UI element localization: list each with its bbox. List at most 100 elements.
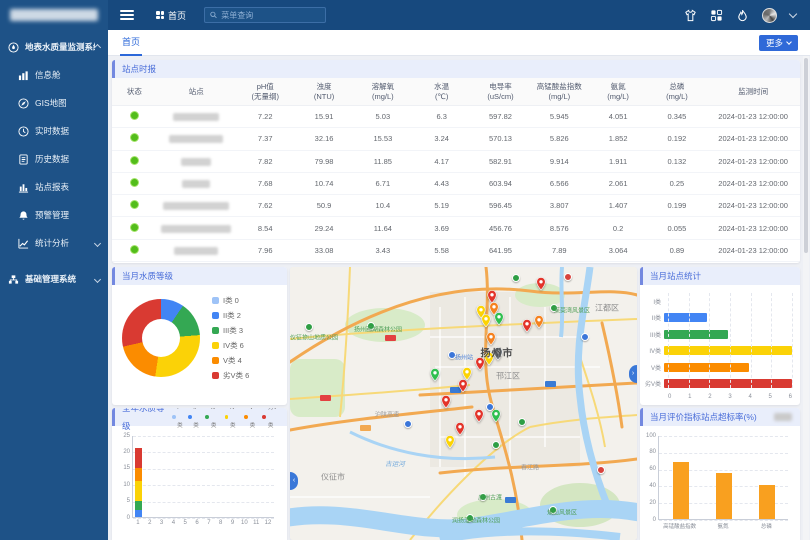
stack-segment-V类[interactable] xyxy=(135,468,142,481)
stations-map[interactable]: 扬州市江都区邗江区仪征市古运河沪陕高速春江路扬州西湖森林公园仪征捺山地质公园润扬… xyxy=(290,267,637,540)
table-row[interactable]: 7.62 50.9 10.4 5.19 596.45 3.807 1.407 0… xyxy=(112,195,800,217)
flame-icon[interactable] xyxy=(736,9,749,22)
user-menu-chevron-icon[interactable] xyxy=(789,9,797,17)
map-poi-red[interactable] xyxy=(564,273,572,281)
sidebar-item-gis-map[interactable]: GIS地图 xyxy=(0,89,108,117)
more-button[interactable]: 更多 xyxy=(759,35,798,51)
bar-II类[interactable] xyxy=(664,313,707,322)
map-poi-green[interactable] xyxy=(550,304,558,312)
tab-home[interactable]: 首页 xyxy=(120,30,142,56)
col-station: 站点 xyxy=(157,87,236,96)
map-poi-green[interactable] xyxy=(367,322,375,330)
bar-氨氮[interactable] xyxy=(716,473,732,519)
gridline xyxy=(668,293,669,388)
sidebar-group-label: 基础管理系统 xyxy=(25,273,76,285)
stack-segment-IV类[interactable] xyxy=(135,481,142,501)
bar-高锰酸盐指数[interactable] xyxy=(673,462,689,519)
sidebar-item-warning-management[interactable]: 预警管理 xyxy=(0,201,108,229)
sidebar-group-surface-water-system[interactable]: 地表水质量监测系统 xyxy=(0,33,108,61)
station-pin-red[interactable] xyxy=(536,277,546,291)
exceed-rate-chart: 020406080100 xyxy=(658,436,788,520)
station-cell xyxy=(157,246,236,255)
menu-search-box[interactable] xyxy=(204,7,326,23)
map-poi-green[interactable] xyxy=(512,274,520,282)
map-poi-green[interactable] xyxy=(492,441,500,449)
sidebar-item-history-data[interactable]: 历史数据 xyxy=(0,145,108,173)
map-poi-green[interactable] xyxy=(305,323,313,331)
table-row[interactable]: 7.96 33.08 3.43 5.58 641.95 7.89 3.064 0… xyxy=(112,240,800,262)
nh3n-cell: 4.051 xyxy=(589,112,648,121)
legend-item[interactable]: I类 0 xyxy=(212,295,249,306)
page-scrollbar[interactable] xyxy=(803,56,809,540)
map-poi-green[interactable] xyxy=(466,514,474,522)
sidebar-group-base-management[interactable]: 基础管理系统 xyxy=(0,265,108,293)
legend-item[interactable]: IV类 6 xyxy=(212,340,249,351)
map-right-collapse-handle[interactable]: › xyxy=(629,365,637,383)
sidebar: 地表水质量监测系统 信息舱 GIS地图 实时数据 历史数据 站点报表 预警管理 xyxy=(0,0,108,540)
bar-劣V类[interactable] xyxy=(664,379,792,388)
water-grade-donut[interactable] xyxy=(122,299,200,377)
table-row[interactable]: 8.54 29.24 11.64 3.69 456.76 8.576 0.2 0… xyxy=(112,217,800,239)
legend-dot xyxy=(212,327,219,334)
scrollbar-thumb[interactable] xyxy=(804,58,808,253)
station-pin-red[interactable] xyxy=(441,395,451,409)
legend-item[interactable]: II类 2 xyxy=(212,310,249,321)
station-pin-orange[interactable] xyxy=(486,332,496,346)
map-poi-blue[interactable] xyxy=(448,351,456,359)
station-pin-green[interactable] xyxy=(494,312,504,326)
sidebar-item-statistics-analysis[interactable]: 统计分析 xyxy=(0,229,108,257)
col-tp: 总磷(mg/L) xyxy=(648,82,707,101)
bar-IV类[interactable] xyxy=(664,346,792,355)
map-poi-blue[interactable] xyxy=(404,420,412,428)
bar-track xyxy=(664,313,792,322)
legend-item[interactable]: V类 4 xyxy=(212,355,249,366)
user-avatar[interactable] xyxy=(762,8,777,23)
bar-III类[interactable] xyxy=(664,330,728,339)
panel-title-year-water-grade: 全年水质等级 I类II类III类IV类V类劣V类 xyxy=(112,408,287,426)
more-button-label: 更多 xyxy=(766,37,783,49)
building-icon xyxy=(8,274,19,285)
sidebar-item-station-report[interactable]: 站点报表 xyxy=(0,173,108,201)
station-pin-green[interactable] xyxy=(430,368,440,382)
time-cell: 2024-01-23 12:00:00 xyxy=(706,157,800,166)
dissolved-oxygen-cell: 11.64 xyxy=(353,224,412,233)
station-pin-orange[interactable] xyxy=(534,315,544,329)
sidebar-item-info-cabin[interactable]: 信息舱 xyxy=(0,61,108,89)
station-pin-red[interactable] xyxy=(458,379,468,393)
x-tick-label: 1 xyxy=(132,518,144,526)
theme-shirt-icon[interactable] xyxy=(684,9,697,22)
menu-search-input[interactable] xyxy=(221,11,320,20)
map-poi-green[interactable] xyxy=(479,493,487,501)
stack-segment-劣V类[interactable] xyxy=(135,448,142,468)
map-poi-green[interactable] xyxy=(518,418,526,426)
legend-item[interactable]: III类 3 xyxy=(212,325,249,336)
table-row[interactable]: 7.37 32.16 15.53 3.24 570.13 5.826 1.852… xyxy=(112,128,800,150)
breadcrumb-home[interactable]: 首页 xyxy=(156,9,186,22)
station-pin-gray[interactable] xyxy=(493,347,503,361)
table-row[interactable]: 7.68 10.74 6.71 4.43 603.94 6.566 2.061 … xyxy=(112,173,800,195)
stack-segment-II类[interactable] xyxy=(135,510,142,517)
map-poi-blue[interactable] xyxy=(581,333,589,341)
station-pin-red[interactable] xyxy=(522,319,532,333)
station-pin-red[interactable] xyxy=(455,422,465,436)
station-pin-yellow[interactable] xyxy=(445,435,455,449)
bar-总磷[interactable] xyxy=(759,485,775,519)
station-pin-green[interactable] xyxy=(491,409,501,423)
table-row[interactable]: 7.82 79.98 11.85 4.17 582.91 9.914 1.911… xyxy=(112,151,800,173)
sidebar-item-realtime-data[interactable]: 实时数据 xyxy=(0,117,108,145)
codmn-cell: 8.576 xyxy=(530,224,589,233)
x-tick-label: 氨氮 xyxy=(701,520,744,530)
station-pin-yellow[interactable] xyxy=(462,367,472,381)
y-tick-label: 20 xyxy=(117,449,130,455)
station-pin-red[interactable] xyxy=(474,409,484,423)
table-row[interactable]: 7.22 15.91 5.03 6.3 597.82 5.945 4.051 0… xyxy=(112,106,800,128)
sidebar-item-label: 信息舱 xyxy=(35,69,61,81)
legend-item[interactable]: 劣V类 6 xyxy=(212,370,249,381)
hamburger-menu-icon[interactable] xyxy=(120,10,134,20)
bar-V类[interactable] xyxy=(664,363,749,372)
stack-segment-III类[interactable] xyxy=(135,501,142,511)
station-pin-yellow[interactable] xyxy=(481,314,491,328)
layout-icon[interactable] xyxy=(710,9,723,22)
map-poi-red[interactable] xyxy=(597,466,605,474)
map-poi-green[interactable] xyxy=(549,506,557,514)
